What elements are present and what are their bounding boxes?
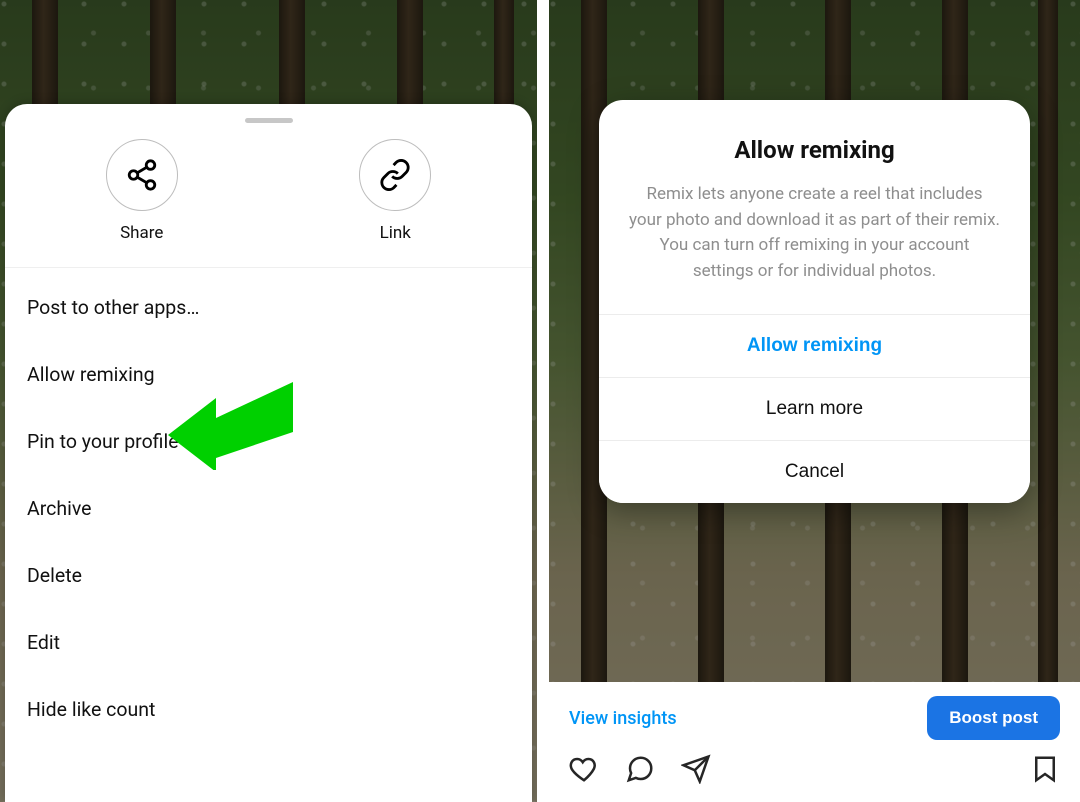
dialog-cancel-button[interactable]: Cancel	[599, 440, 1030, 503]
menu-item-allow-remixing[interactable]: Allow remixing	[5, 341, 532, 408]
sheet-menu-list: Post to other apps… Allow remixing Pin t…	[5, 268, 532, 749]
view-insights-link[interactable]: View insights	[569, 708, 677, 729]
menu-item-pin-to-profile[interactable]: Pin to your profile	[5, 408, 532, 475]
panel-gap	[537, 0, 549, 802]
share-post-icon[interactable]	[681, 754, 711, 784]
boost-post-button[interactable]: Boost post	[927, 696, 1060, 740]
dialog-learn-more-button[interactable]: Learn more	[599, 377, 1030, 440]
right-panel: Allow remixing Remix lets anyone create …	[549, 0, 1080, 802]
bottom-sheet: Share Link Post to other apps… Allow rem…	[5, 104, 532, 802]
link-button[interactable]: Link	[359, 139, 431, 243]
dialog-text: Remix lets anyone create a reel that inc…	[629, 182, 1000, 284]
share-button[interactable]: Share	[106, 139, 178, 243]
comment-icon[interactable]	[625, 754, 655, 784]
remixing-dialog: Allow remixing Remix lets anyone create …	[599, 100, 1030, 503]
sheet-top-actions: Share Link	[5, 129, 532, 268]
screenshot-stage: Share Link Post to other apps… Allow rem…	[0, 0, 1080, 802]
menu-item-hide-like-count[interactable]: Hide like count	[5, 676, 532, 743]
sheet-drag-handle[interactable]	[245, 118, 293, 123]
share-label: Share	[120, 223, 163, 243]
link-icon	[359, 139, 431, 211]
like-icon[interactable]	[569, 754, 599, 784]
dialog-allow-remixing-button[interactable]: Allow remixing	[599, 315, 1030, 377]
menu-item-edit[interactable]: Edit	[5, 609, 532, 676]
menu-item-post-to-other-apps[interactable]: Post to other apps…	[5, 274, 532, 341]
dialog-title: Allow remixing	[629, 136, 1000, 164]
dialog-actions: Allow remixing Learn more Cancel	[599, 314, 1030, 503]
post-action-strip: View insights Boost post	[549, 682, 1080, 802]
share-icon	[106, 139, 178, 211]
menu-item-archive[interactable]: Archive	[5, 475, 532, 542]
left-panel: Share Link Post to other apps… Allow rem…	[0, 0, 537, 802]
save-icon[interactable]	[1030, 754, 1060, 784]
dialog-body: Allow remixing Remix lets anyone create …	[599, 100, 1030, 314]
menu-item-delete[interactable]: Delete	[5, 542, 532, 609]
post-icon-row	[549, 750, 1080, 794]
link-label: Link	[380, 223, 411, 243]
insights-row: View insights Boost post	[549, 682, 1080, 750]
